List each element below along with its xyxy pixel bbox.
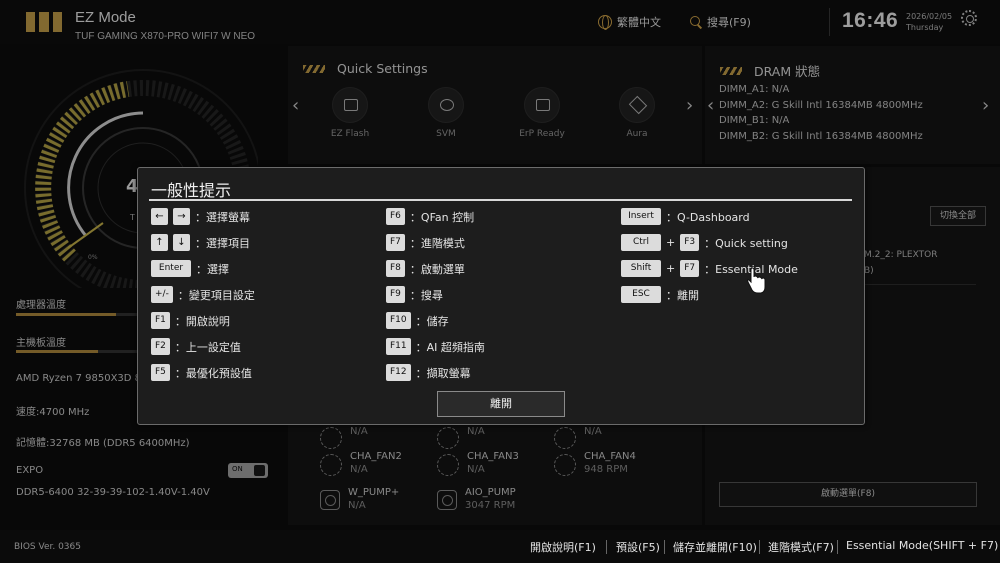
enter-key: Enter xyxy=(151,260,191,277)
bios-version: BIOS Ver. 0365 xyxy=(14,542,81,552)
hotkey-row: F12 ：擷取螢幕 xyxy=(386,364,471,381)
footer-divider xyxy=(837,540,838,554)
plus-sign: + xyxy=(666,262,676,275)
footer-bar: BIOS Ver. 0365 開啟說明(F1) 預設(F5) 儲存並離開(F10… xyxy=(0,530,1000,563)
hotkey-desc: ：進階模式 xyxy=(409,236,465,250)
hotkey-row: F11 ：AI 超頻指南 xyxy=(386,338,485,355)
footer-default-button[interactable]: 預設(F5) xyxy=(616,539,660,555)
hotkey-desc: ：選擇項目 xyxy=(195,236,250,250)
f5-key: F5 xyxy=(151,364,170,381)
f3-key: F3 xyxy=(680,234,700,251)
hotkey-row: Ctrl + F3 ：Quick setting xyxy=(621,234,788,251)
footer-save-exit-button[interactable]: 儲存並離開(F10) xyxy=(673,539,757,555)
f10-key: F10 xyxy=(386,312,411,329)
hotkey-desc: ：擷取螢幕 xyxy=(415,366,471,380)
ctrl-key: Ctrl xyxy=(621,234,661,251)
dialog-title: 一般性提示 xyxy=(151,181,232,200)
hotkey-desc: ：啟動選單 xyxy=(409,262,465,276)
hotkey-desc: ：離開 xyxy=(666,288,699,302)
hotkey-desc: ：儲存 xyxy=(415,314,449,328)
hotkey-desc: ：QFan 控制 xyxy=(409,210,475,224)
f7-key: F7 xyxy=(386,234,405,251)
footer-help-button[interactable]: 開啟說明(F1) xyxy=(530,539,596,555)
hotkey-row: F9 ：搜尋 xyxy=(386,286,443,303)
plus-minus-key: +/- xyxy=(151,286,173,303)
hotkey-row: F7 ：進階模式 xyxy=(386,234,465,251)
hotkey-desc: ：Q-Dashboard xyxy=(666,210,750,224)
hotkey-desc: ：搜尋 xyxy=(409,288,443,302)
shift-key: Shift xyxy=(621,260,661,277)
footer-advanced-button[interactable]: 進階模式(F7) xyxy=(768,539,834,555)
hotkey-row: Insert ：Q-Dashboard xyxy=(621,208,750,225)
dialog-close-button[interactable]: 離開 xyxy=(437,391,565,417)
hotkey-row: F10 ：儲存 xyxy=(386,312,449,329)
hotkey-row: ← → ：選擇螢幕 xyxy=(151,208,250,225)
down-arrow-key: ↓ xyxy=(173,234,190,251)
hand-cursor-icon xyxy=(747,268,766,294)
f1-key: F1 xyxy=(151,312,170,329)
f11-key: F11 xyxy=(386,338,411,355)
f9-key: F9 xyxy=(386,286,405,303)
hotkey-desc: ：AI 超頻指南 xyxy=(415,340,485,354)
f6-key: F6 xyxy=(386,208,405,225)
hotkey-desc: ：Quick setting xyxy=(704,236,788,250)
hotkey-row: F1 ：開啟說明 xyxy=(151,312,230,329)
hotkey-desc: ：最優化預設值 xyxy=(174,366,252,380)
hotkey-row: F5 ：最優化預設值 xyxy=(151,364,252,381)
plus-sign: + xyxy=(666,236,676,249)
f2-key: F2 xyxy=(151,338,170,355)
hotkey-row: Enter ：選擇 xyxy=(151,260,229,277)
hotkey-row: ESC ：離開 xyxy=(621,286,699,303)
hotkey-row: F6 ：QFan 控制 xyxy=(386,208,474,225)
footer-essential-button[interactable]: Essential Mode(SHIFT + F7) xyxy=(846,539,998,552)
right-arrow-key: → xyxy=(173,208,190,225)
hotkey-desc: ：上一設定值 xyxy=(174,340,241,354)
hotkey-desc: ：變更項目設定 xyxy=(177,288,255,302)
hotkey-row: F8 ：啟動選單 xyxy=(386,260,465,277)
f7-key: F7 xyxy=(680,260,700,277)
dialog-title-underline xyxy=(149,199,852,201)
f8-key: F8 xyxy=(386,260,405,277)
esc-key: ESC xyxy=(621,286,661,303)
f12-key: F12 xyxy=(386,364,411,381)
hotkey-desc: ：開啟說明 xyxy=(174,314,230,328)
hotkey-row: +/- ：變更項目設定 xyxy=(151,286,255,303)
hotkey-row: Shift + F7 ：Essential Mode xyxy=(621,260,798,277)
footer-divider xyxy=(664,540,665,554)
insert-key: Insert xyxy=(621,208,661,225)
hotkey-desc: ：選擇 xyxy=(196,262,229,276)
hotkey-desc: ：選擇螢幕 xyxy=(195,210,250,224)
general-help-dialog: 一般性提示 ← → ：選擇螢幕 ↑ ↓ ：選擇項目 Enter ：選擇 +/- … xyxy=(137,167,865,425)
footer-divider xyxy=(606,540,607,554)
hotkey-row: ↑ ↓ ：選擇項目 xyxy=(151,234,250,251)
hotkey-row: F2 ：上一設定值 xyxy=(151,338,241,355)
left-arrow-key: ← xyxy=(151,208,168,225)
footer-divider xyxy=(759,540,760,554)
up-arrow-key: ↑ xyxy=(151,234,168,251)
